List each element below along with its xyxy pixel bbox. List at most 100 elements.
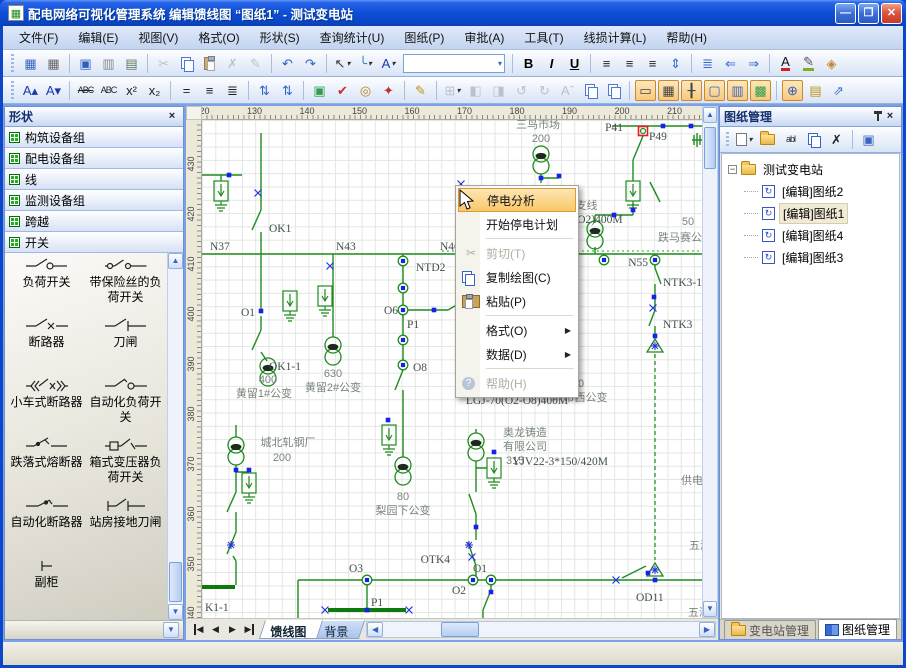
selection-handle[interactable] — [401, 259, 405, 263]
context-menu-item-paste[interactable]: 粘贴(P) — [458, 289, 576, 313]
menu-item-edit[interactable]: 编辑(E) — [68, 26, 128, 49]
font-color-icon[interactable]: A — [775, 53, 796, 74]
selection-handle[interactable] — [492, 450, 497, 455]
menu-item-shape[interactable]: 形状(S) — [250, 26, 310, 49]
shape-group-line[interactable]: 线 — [5, 169, 183, 190]
save-icon[interactable]: ▣ — [75, 53, 96, 74]
selection-handle[interactable] — [365, 578, 369, 582]
shape-breaker[interactable]: 断路器 — [7, 317, 86, 371]
vertical-text-icon[interactable]: ⇕ — [665, 53, 686, 74]
browse-query-icon[interactable]: ◎ — [355, 80, 376, 101]
context-menu-item-format[interactable]: 格式(O)▶ — [458, 318, 576, 342]
menu-item-help[interactable]: 帮助(H) — [656, 26, 717, 49]
connector-tool-icon[interactable]: ╰▾ — [355, 53, 376, 74]
subscript-icon[interactable]: x₂ — [144, 80, 165, 101]
shape-group-building-equipment[interactable]: 构筑设备组 — [5, 127, 183, 148]
last-sheet-button[interactable]: ▶ — [241, 622, 258, 638]
scroll-down-icon[interactable]: ▼ — [168, 604, 183, 620]
group-scroll-down-icon[interactable]: ▼ — [163, 622, 179, 638]
selection-handle[interactable] — [612, 213, 617, 218]
scrollbar-track[interactable] — [383, 622, 699, 637]
tree-expander-icon[interactable]: − — [728, 165, 737, 174]
shape-drop-fuse[interactable]: 跌落式熔断器 — [7, 437, 86, 491]
tab-drawing-manage[interactable]: 图纸管理 — [818, 619, 897, 639]
selection-handle[interactable] — [401, 286, 405, 290]
grid-toggle-icon[interactable]: ▦ — [658, 80, 679, 101]
tab-substation-manage[interactable]: 变电站管理 — [724, 620, 816, 639]
properties-icon[interactable]: ▤ — [805, 80, 826, 101]
bold-icon[interactable]: B — [518, 53, 539, 74]
highlight-color-icon[interactable]: ✎ — [798, 53, 819, 74]
delete-drawing-icon[interactable]: ✗ — [826, 129, 847, 150]
scroll-up-icon[interactable]: ▲ — [703, 107, 717, 123]
line-spacing-15-icon[interactable]: ≡ — [199, 80, 220, 101]
selection-toggle-icon[interactable]: ▢ — [704, 80, 725, 101]
scrollbar-thumb[interactable] — [441, 622, 479, 637]
scroll-up-icon[interactable]: ▲ — [168, 253, 183, 269]
selection-handle[interactable] — [489, 578, 493, 582]
scrollbar-track[interactable] — [168, 269, 183, 604]
italic-icon[interactable]: I — [541, 53, 562, 74]
selection-handle[interactable] — [489, 590, 494, 595]
scrollbar-thumb[interactable] — [704, 127, 716, 169]
export-icon[interactable]: ▣ — [858, 129, 879, 150]
tree-item-sheet3[interactable]: ↻[编辑]图纸3 — [722, 246, 899, 268]
scroll-left-icon[interactable]: ◀ — [367, 622, 383, 637]
pointer-tool-icon[interactable]: ↖▾ — [332, 53, 353, 74]
selection-handle[interactable] — [661, 124, 666, 129]
text-tool-icon[interactable]: A▾ — [378, 53, 399, 74]
page-preview-icon[interactable]: ▥ — [98, 53, 119, 74]
shape-box-transformer-load-switch[interactable]: 箱式变压器负荷开关 — [86, 437, 165, 491]
new-drawing-icon[interactable]: ▾ — [734, 129, 755, 150]
space-after-icon[interactable]: ⇅ — [277, 80, 298, 101]
space-before-icon[interactable]: ⇅ — [254, 80, 275, 101]
redo-icon[interactable]: ↷ — [300, 53, 321, 74]
table-window-icon[interactable]: ▦ — [43, 53, 64, 74]
selection-handle[interactable] — [689, 124, 694, 129]
grow-font-icon[interactable]: A▴ — [20, 80, 41, 101]
context-menu-item-copy-drawing[interactable]: 复制绘图(C) — [458, 265, 576, 289]
menu-item-format[interactable]: 格式(O) — [188, 26, 249, 49]
close-icon[interactable]: × — [883, 110, 897, 124]
diagram-canvas[interactable]: 三鸟市场200P41P49梨园下支线GYJ-70(N46-O2)400MOK1O… — [202, 120, 702, 618]
rename-icon[interactable]: abl — [780, 129, 801, 150]
copy-drawing-icon[interactable] — [803, 129, 824, 150]
menu-item-file[interactable]: 文件(F) — [9, 26, 68, 49]
sheet-tab-1[interactable]: 馈线图 — [259, 620, 323, 639]
shape-group-crossing[interactable]: 跨越 — [5, 211, 183, 232]
map-toggle-icon[interactable]: ▩ — [750, 80, 771, 101]
shape-knife-switch[interactable]: 刀闸 — [86, 317, 165, 371]
selection-handle[interactable] — [471, 578, 475, 582]
tree-item-station-root[interactable]: −测试变电站 — [722, 158, 899, 180]
context-menu-item-power-outage-analysis[interactable]: 停电分析 — [458, 188, 576, 212]
shape-group-distribution-equipment[interactable]: 配电设备组 — [5, 148, 183, 169]
edit-note-icon[interactable]: ✎ — [410, 80, 431, 101]
close-button[interactable]: ✕ — [881, 3, 902, 24]
menu-item-query-stats[interactable]: 查询统计(U) — [310, 26, 395, 49]
shape-auto-breaker[interactable]: 自动化断路器 — [7, 497, 86, 551]
menu-item-drawing[interactable]: 图纸(P) — [394, 26, 454, 49]
selection-handle[interactable] — [234, 468, 239, 473]
shape-fused-load-switch[interactable]: 带保险丝的负荷开关 — [86, 257, 165, 311]
fill-color-icon[interactable]: ◈ — [821, 53, 842, 74]
open-drawing-icon[interactable] — [757, 129, 778, 150]
selection-handle[interactable] — [631, 208, 636, 213]
align-center-icon[interactable]: ≡ — [619, 53, 640, 74]
stamp-icon[interactable]: ✦ — [378, 80, 399, 101]
undo-icon[interactable]: ↶ — [277, 53, 298, 74]
shape-auto-load-switch[interactable]: 自动化负荷开关 — [86, 377, 165, 431]
context-menu-item-start-outage-plan[interactable]: 开始停电计划 — [458, 212, 576, 236]
line-spacing-2-icon[interactable]: ≣ — [222, 80, 243, 101]
connector-arrows-icon[interactable]: ⇗ — [828, 80, 849, 101]
selection-handle[interactable] — [653, 578, 658, 583]
selection-handle[interactable] — [259, 309, 264, 314]
selection-handle[interactable] — [386, 418, 391, 423]
selection-handle[interactable] — [432, 308, 437, 313]
font-name-input[interactable] — [404, 56, 496, 71]
strikethrough-icon[interactable]: ABC — [75, 80, 96, 101]
selection-handle[interactable] — [227, 173, 232, 178]
shrink-font-icon[interactable]: A▾ — [43, 80, 64, 101]
selection-handle[interactable] — [247, 468, 252, 473]
selection-handle[interactable] — [365, 608, 370, 613]
tree-item-sheet1[interactable]: ↻[编辑]图纸1 — [722, 202, 899, 224]
